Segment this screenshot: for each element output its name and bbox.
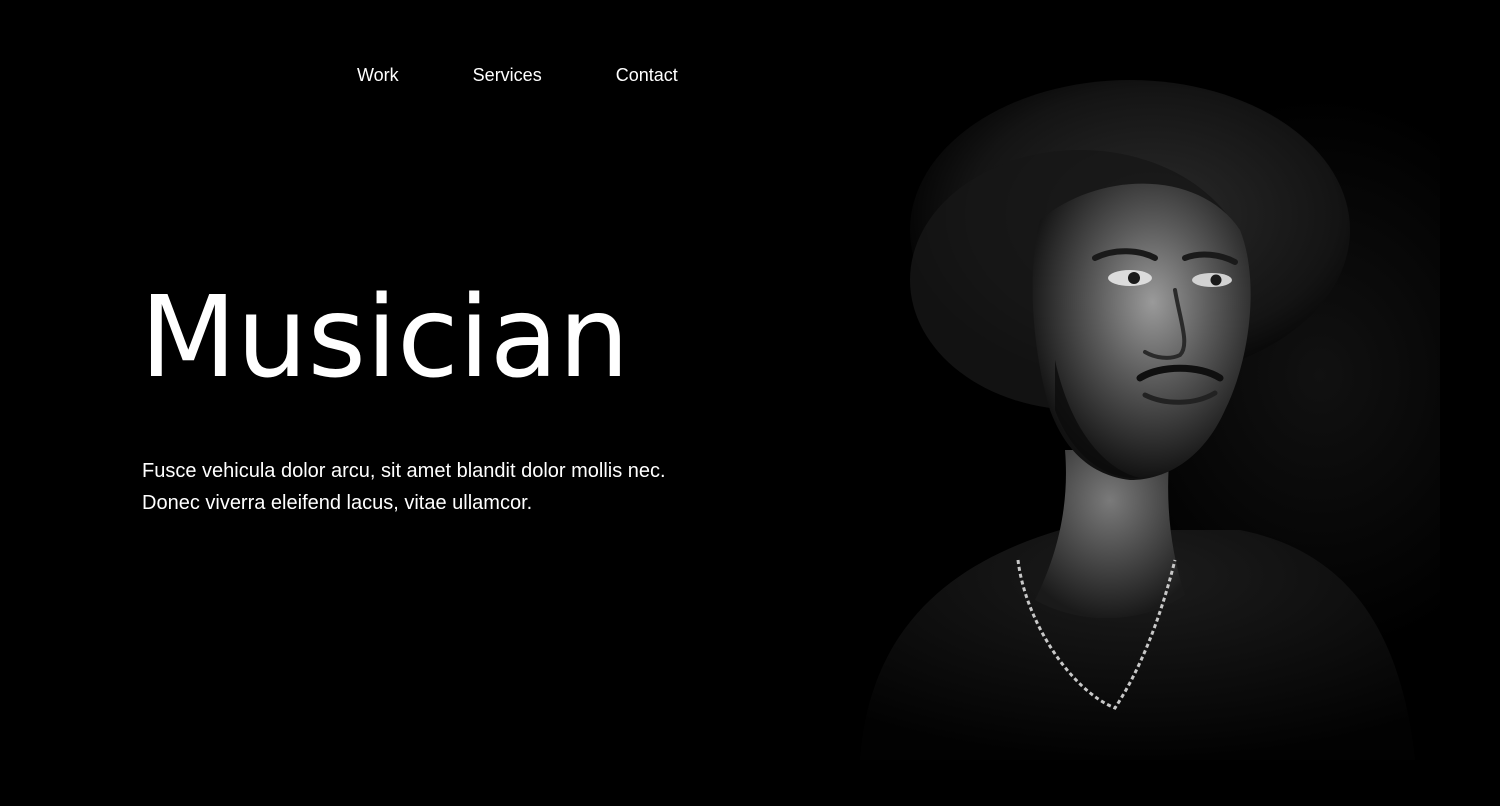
portrait-image [840, 60, 1440, 760]
page: Work Services Contact Musician Fusce veh… [0, 0, 1500, 806]
nav-link-work[interactable]: Work [357, 62, 399, 88]
nav-link-contact[interactable]: Contact [616, 62, 678, 88]
nav-link-services[interactable]: Services [473, 62, 542, 88]
portrait-illustration [840, 60, 1440, 760]
main-nav: Work Services Contact [357, 62, 678, 88]
hero-title: Musician [140, 273, 630, 403]
hero-description: Fusce vehicula dolor arcu, sit amet blan… [142, 460, 666, 514]
